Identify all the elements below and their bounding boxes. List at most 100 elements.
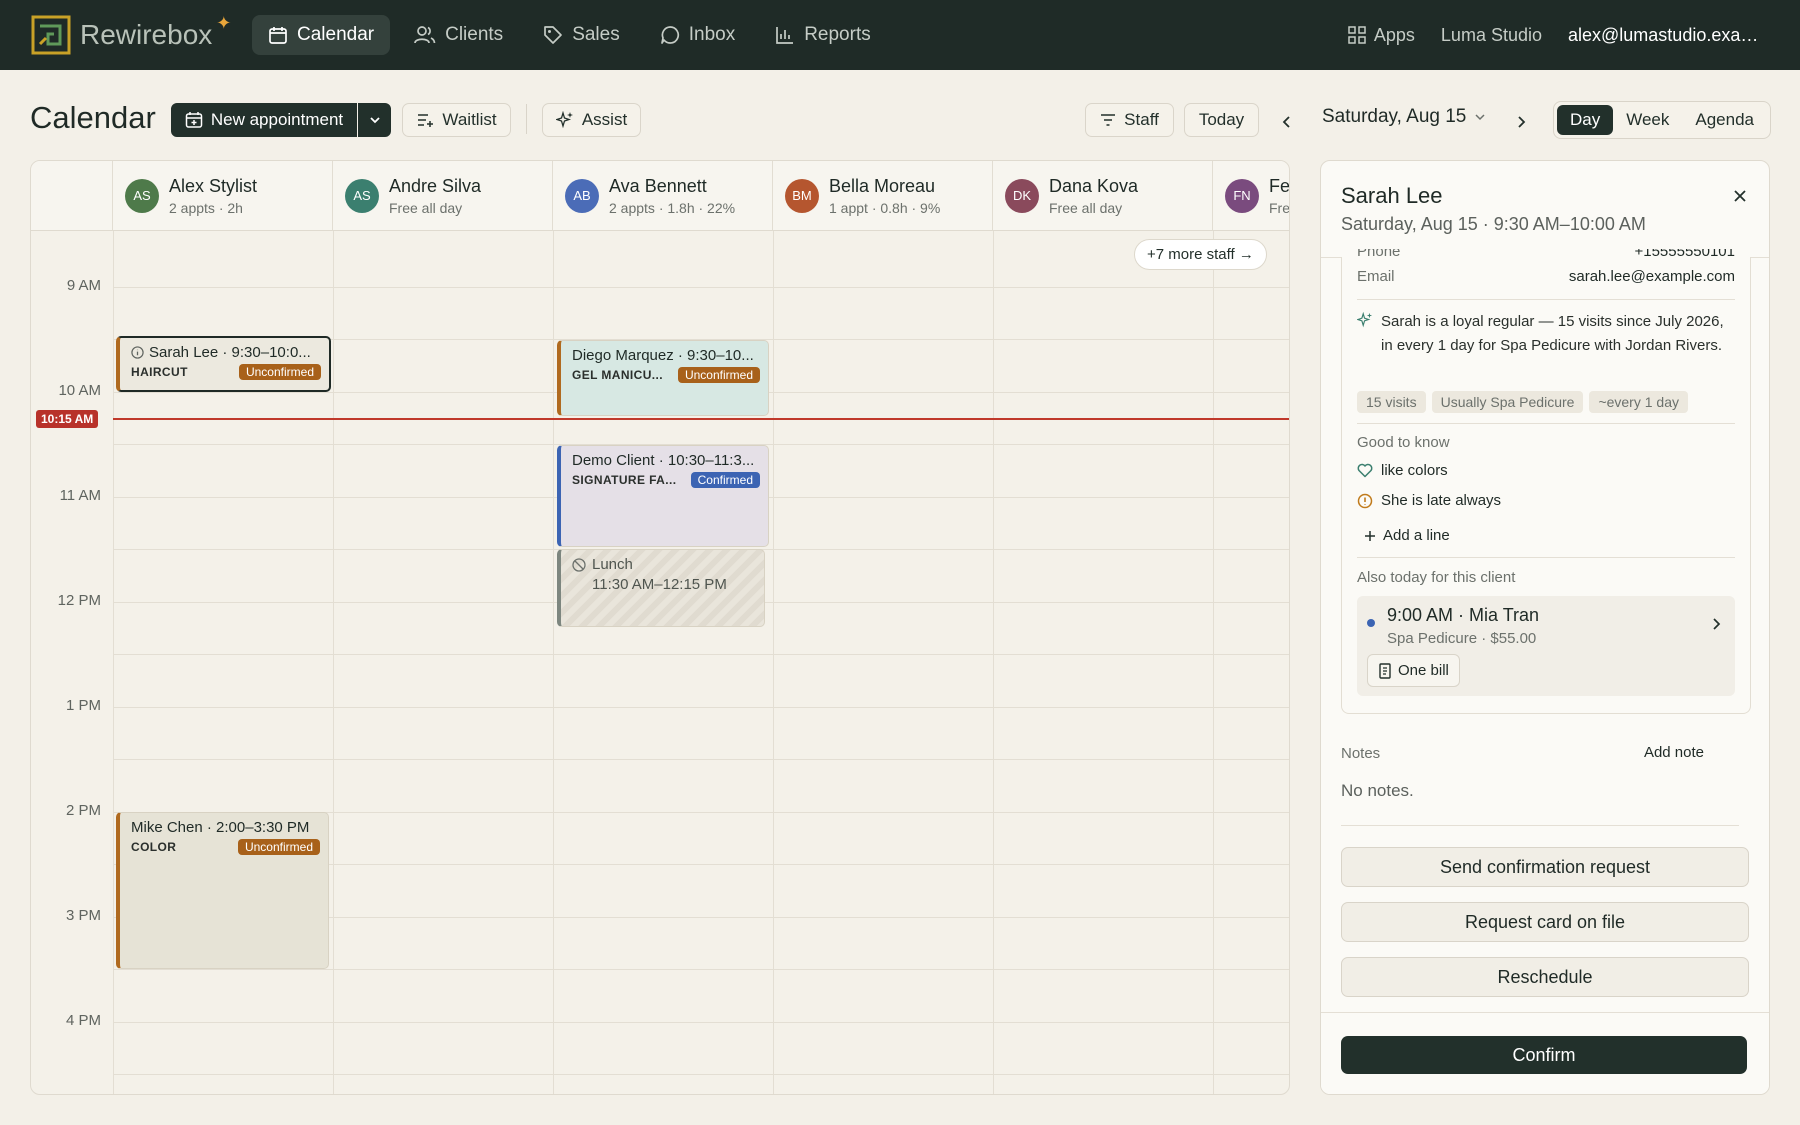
waitlist-button[interactable]: Waitlist xyxy=(402,103,511,137)
blocked-time-card[interactable]: Lunch 11:30 AM–12:15 PM xyxy=(557,549,765,627)
request-card-button[interactable]: Request card on file xyxy=(1341,902,1749,942)
logo-text: Rewirebox xyxy=(80,19,213,50)
tag-icon xyxy=(544,26,563,44)
related-appointment-sub: Spa Pedicure · $55.00 xyxy=(1387,630,1537,647)
staff-column-ava-bennett[interactable]: AB Ava Bennett 2 appts · 1.8h · 22% xyxy=(553,161,773,231)
staff-name: Alex Stylist xyxy=(169,175,258,196)
visits-chip: 15 visits xyxy=(1357,391,1426,413)
account-email[interactable]: alex@lumastudio.exam... xyxy=(1568,25,1760,46)
avatar: FN xyxy=(1225,178,1259,213)
related-appointment-card[interactable]: 9:00 AM · Mia Tran Spa Pedicure · $55.00… xyxy=(1357,596,1735,696)
staff-filter-label: Staff xyxy=(1124,110,1159,129)
appointment-card[interactable]: Diego Marquez · 9:30–10... GEL MANICU...… xyxy=(557,340,769,416)
appointment-card[interactable]: Demo Client · 10:30–11:3... SIGNATURE FA… xyxy=(557,445,769,547)
confirm-button[interactable]: Confirm xyxy=(1341,1036,1747,1074)
staff-name: Ava Bennett xyxy=(609,175,707,196)
appointment-service: COLOR xyxy=(131,840,177,854)
sparkle-icon xyxy=(555,111,573,129)
staff-summary: Free all day xyxy=(389,199,463,216)
one-bill-button[interactable]: One bill xyxy=(1367,654,1460,687)
users-icon xyxy=(414,26,436,44)
time-label: 10 AM xyxy=(58,382,101,399)
notes-empty: No notes. xyxy=(1341,781,1414,800)
staff-name: Andre Silva xyxy=(389,175,482,196)
prev-day-button[interactable] xyxy=(1275,110,1299,134)
hour-line xyxy=(113,287,1289,288)
staff-summary: 2 appts · 2h xyxy=(169,199,243,216)
half-hour-line xyxy=(113,759,1289,760)
studio-switcher[interactable]: Luma Studio xyxy=(1441,25,1542,46)
date-picker[interactable]: Saturday, Aug 15 xyxy=(1322,106,1486,128)
appointment-card[interactable]: Sarah Lee · 9:30–10:0... HAIRCUT Unconfi… xyxy=(116,336,331,392)
appointment-title: Mike Chen · 2:00–3:30 PM xyxy=(131,819,310,836)
waitlist-label: Waitlist xyxy=(442,110,497,129)
send-confirmation-button[interactable]: Send confirmation request xyxy=(1341,847,1749,887)
email-value[interactable]: sarah.lee@example.com xyxy=(1569,268,1735,285)
nav-item-calendar[interactable]: Calendar xyxy=(252,15,391,55)
staff-column-bella-moreau[interactable]: BM Bella Moreau 1 appt · 0.8h · 9% xyxy=(773,161,993,231)
appointment-card[interactable]: Mike Chen · 2:00–3:30 PM COLOR Unconfirm… xyxy=(116,812,329,969)
nav-item-inbox[interactable]: Inbox xyxy=(644,15,751,55)
blocked-time: 11:30 AM–12:15 PM xyxy=(592,576,727,593)
reschedule-button[interactable]: Reschedule xyxy=(1341,957,1749,997)
staff-filter-button[interactable]: Staff xyxy=(1085,103,1174,137)
filter-icon xyxy=(1101,114,1116,126)
phone-value[interactable]: +15555550101 xyxy=(1634,249,1735,261)
appointment-title: Diego Marquez · 9:30–10... xyxy=(572,347,754,364)
chevron-down-icon xyxy=(369,117,380,124)
nav-item-reports[interactable]: Reports xyxy=(759,15,887,55)
appointment-details-panel: Sarah Lee Saturday, Aug 15 · 9:30 AM–10:… xyxy=(1320,160,1770,1095)
column-divider xyxy=(553,231,554,1094)
close-panel-button[interactable] xyxy=(1727,183,1753,209)
new-appointment-button[interactable]: New appointment xyxy=(171,103,357,137)
next-day-button[interactable] xyxy=(1509,110,1533,134)
today-button[interactable]: Today xyxy=(1184,103,1259,137)
status-badge: Confirmed xyxy=(690,472,760,488)
hour-line xyxy=(113,1022,1289,1023)
add-note-button[interactable]: Add note xyxy=(1644,744,1704,761)
receipt-icon xyxy=(1379,662,1391,679)
status-badge: Unconfirmed xyxy=(677,367,760,383)
staff-column-dana-kova[interactable]: DK Dana Kova Free all day xyxy=(993,161,1213,231)
nav-item-sales[interactable]: Sales xyxy=(527,15,636,55)
more-staff-button[interactable]: +7 more staff → xyxy=(1134,239,1267,270)
sparkle-icon: ✦ xyxy=(216,12,232,33)
assist-button[interactable]: Assist xyxy=(542,103,641,137)
good-to-know-item[interactable]: like colors xyxy=(1357,462,1448,479)
staff-column-fn[interactable]: FN Fe Fre xyxy=(1213,161,1290,231)
column-divider xyxy=(1213,231,1214,1094)
view-day[interactable]: Day xyxy=(1557,105,1614,135)
assist-label: Assist xyxy=(581,110,628,129)
nav-label-clients: Clients xyxy=(445,24,504,45)
nav-item-clients[interactable]: Clients xyxy=(398,15,519,55)
chevron-left-icon xyxy=(1282,116,1290,128)
view-agenda[interactable]: Agenda xyxy=(1682,105,1767,135)
usual-service-chip: Usually Spa Pedicure xyxy=(1431,391,1584,413)
apps-button[interactable]: Apps xyxy=(1348,25,1415,46)
add-line-button[interactable]: Add a line xyxy=(1364,527,1450,544)
client-chips: 15 visits Usually Spa Pedicure ~every 1 da… xyxy=(1357,391,1694,413)
divider xyxy=(1357,557,1735,558)
chevron-down-icon xyxy=(1475,114,1485,121)
good-to-know-item[interactable]: She is late always xyxy=(1357,492,1501,509)
appointment-title: Sarah Lee · 9:30–10:0... xyxy=(149,344,311,361)
nav-label-inbox: Inbox xyxy=(688,24,736,45)
new-appointment-dropdown[interactable] xyxy=(358,103,391,137)
nav-label-calendar: Calendar xyxy=(297,24,375,45)
avatar: AS xyxy=(345,178,379,213)
staff-summary: Free all day xyxy=(1049,199,1123,216)
staff-column-alex-stylist[interactable]: AS Alex Stylist 2 appts · 2h xyxy=(113,161,333,231)
appointment-service: GEL MANICU... xyxy=(572,368,663,382)
hour-line xyxy=(113,707,1289,708)
status-badge: Unconfirmed xyxy=(238,364,321,380)
staff-column-andre-silva[interactable]: AS Andre Silva Free all day xyxy=(333,161,553,231)
logo[interactable]: Rewirebox ✦ xyxy=(30,12,252,56)
appointment-service: SIGNATURE FA... xyxy=(572,473,677,487)
new-appointment-label: New appointment xyxy=(210,110,344,129)
view-week[interactable]: Week xyxy=(1613,105,1682,135)
good-to-know-label: Good to know xyxy=(1357,434,1450,451)
half-hour-line xyxy=(113,1074,1289,1075)
client-card: Phone +15555550101 Email sarah.lee@examp… xyxy=(1341,249,1751,714)
current-date: Saturday, Aug 15 xyxy=(1322,106,1467,127)
staff-name: Fe xyxy=(1269,175,1290,196)
